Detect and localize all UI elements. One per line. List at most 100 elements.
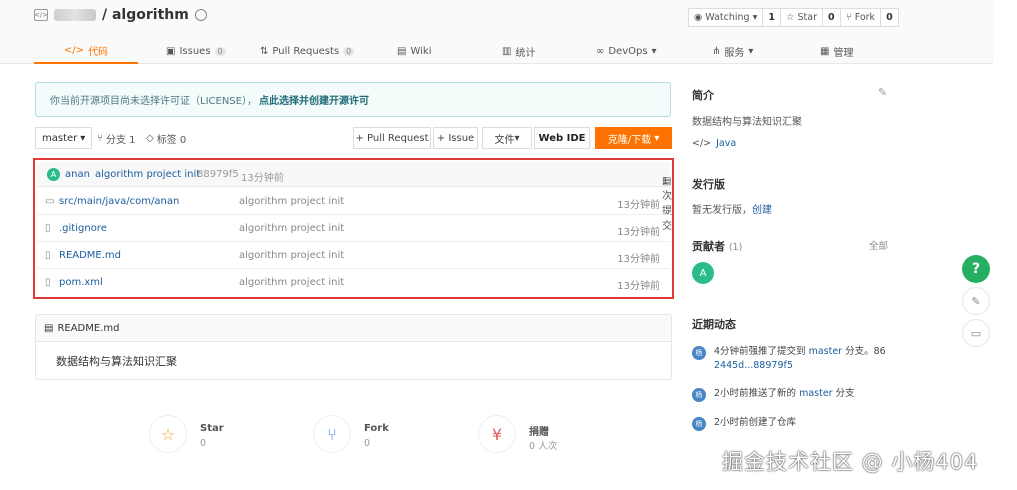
watch-count[interactable]: 1 [763, 8, 781, 27]
repo-name[interactable]: / algorithm [102, 7, 189, 23]
file-name[interactable]: .gitignore [59, 223, 107, 234]
file-commit-message[interactable]: algorithm project init [239, 196, 344, 207]
release-text: 暂无发行版， [692, 205, 752, 216]
fork-button[interactable]: ⑂ Fork [840, 8, 882, 27]
repo-tabs: </> 代码 ▣ Issues 0 ⇅ Pull Requests 0 ▤ Wi… [34, 38, 964, 64]
readme-content: 数据结构与算法知识汇聚 [56, 355, 177, 368]
activity-item: 杨 2小时前创建了仓库 [692, 416, 796, 431]
new-pull-request-button[interactable]: + Pull Request [353, 127, 431, 149]
file-commit-message[interactable]: algorithm project init [239, 223, 344, 234]
new-issue-button[interactable]: + Issue [433, 127, 478, 149]
file-time: 13分钟前 [617, 281, 660, 292]
feedback-edit-icon[interactable]: ✎ [962, 287, 990, 315]
tab-count: 0 [343, 46, 355, 56]
activity-prefix: 4分钟前强推了提交到 [714, 346, 809, 357]
tab-count: 0 [214, 46, 226, 56]
contributor-avatar[interactable]: A [692, 262, 714, 284]
activity-text: 2小时前推送了新的 master 分支 [714, 387, 855, 402]
tab-devops[interactable]: ∞ DevOps ▾ [596, 38, 657, 64]
commit-author[interactable]: anan [65, 169, 90, 180]
license-create-link[interactable]: 点此选择并创建开源许可 [259, 92, 369, 107]
owner-name-blurred[interactable] [54, 9, 96, 21]
edit-icon[interactable]: ✎ [878, 86, 887, 99]
tab-stats[interactable]: ▥ 统计 [502, 38, 535, 64]
tab-issues[interactable]: ▣ Issues 0 [166, 38, 226, 64]
file-commit-message[interactable]: algorithm project init [239, 250, 344, 261]
commit-message[interactable]: algorithm project init [95, 169, 200, 180]
watch-button[interactable]: ◉ Watching ▾ [688, 8, 764, 27]
activity-prefix: 2小时前创建了仓库 [714, 417, 797, 428]
activity-item: 杨 4分钟前强推了提交到 master 分支。86 2445d...88979f… [692, 345, 886, 373]
language-tag[interactable]: </> Java [692, 138, 736, 149]
watch-label: Watching [705, 12, 750, 23]
tab-label: Wiki [410, 45, 432, 57]
activity-avatar[interactable]: 杨 [692, 388, 706, 402]
stat-value: 0 [200, 438, 207, 449]
intro-title: 简介 [692, 89, 714, 102]
license-notice-text: 你当前开源项目尚未选择许可证（LICENSE）， [50, 96, 257, 107]
stat-title: Star [200, 423, 224, 434]
tags-link[interactable]: ◇ 标签 0 [146, 127, 186, 149]
author-avatar[interactable]: A [47, 168, 60, 181]
tab-manage[interactable]: ▦ 管理 [820, 38, 853, 64]
tab-pull-requests[interactable]: ⇅ Pull Requests 0 [260, 38, 355, 64]
fork-count[interactable]: 0 [881, 8, 899, 27]
file-commit-message[interactable]: algorithm project init [239, 277, 344, 288]
activity-text: 4分钟前强推了提交到 master 分支。86 2445d...88979f5 [714, 345, 886, 373]
stat-title: Fork [364, 423, 389, 434]
file-row[interactable]: ▯ pom.xml algorithm project init 13分钟前 [37, 269, 670, 296]
release-title: 发行版 [692, 178, 725, 191]
activity-item: 杨 2小时前推送了新的 master 分支 [692, 387, 855, 402]
latest-commit: A anan algorithm project init 88979f5 13… [37, 162, 672, 232]
activity-branch-link[interactable]: master [799, 388, 833, 399]
contributors-all-link[interactable]: 全部 [869, 238, 888, 252]
files-dropdown[interactable]: 文件 ▾ [482, 127, 532, 149]
repo-toolbar: master ▾ ⑂ 分支 1 ◇ 标签 0 + Pull Request + … [35, 127, 672, 149]
repo-badge-icon [194, 9, 207, 21]
contributors-label: 贡献者 [692, 240, 725, 253]
activity-title: 近期动态 [692, 318, 736, 331]
activity-suffix: 分支 [832, 388, 855, 399]
tab-wiki[interactable]: ▤ Wiki [397, 38, 431, 64]
file-time: 13分钟前 [617, 227, 660, 238]
tab-code[interactable]: </> 代码 [34, 38, 138, 64]
watermark: 掘金技术社区 @ 小杨404 [722, 450, 979, 474]
activity-avatar[interactable]: 杨 [692, 417, 706, 431]
web-ide-button[interactable]: Web IDE [534, 127, 590, 149]
tab-services[interactable]: ⋔ 服务 ▾ [712, 38, 753, 64]
file-row[interactable]: ▯ .gitignore algorithm project init 13分钟… [37, 215, 670, 242]
star-stat[interactable]: ☆ Star 0 [149, 415, 279, 455]
readme-title: README.md [57, 322, 120, 334]
branches-link[interactable]: ⑂ 分支 1 [97, 127, 136, 149]
activity-branch-link[interactable]: master [809, 346, 843, 357]
activity-text: 2小时前创建了仓库 [714, 416, 796, 431]
repo-title: </> / algorithm [34, 7, 207, 23]
donate-icon: ¥ [478, 415, 516, 453]
branches-count: 分支 1 [106, 134, 136, 146]
star-button[interactable]: ☆ Star [780, 8, 824, 27]
commit-hash[interactable]: 88979f5 [197, 169, 239, 180]
create-release-link[interactable]: 创建 [752, 205, 772, 216]
activity-commit-range-link[interactable]: 2445d...88979f5 [714, 360, 793, 371]
tab-label: Pull Requests [272, 45, 340, 57]
file-row[interactable]: ▭ src/main/java/com/anan algorithm proje… [37, 188, 670, 215]
contributors-count: (1) [728, 242, 743, 253]
readme-panel: ▤ README.md 数据结构与算法知识汇聚 [35, 314, 672, 380]
comment-icon[interactable]: ▭ [962, 319, 990, 347]
fork-icon: ⑂ [313, 415, 351, 453]
help-button[interactable]: ? [962, 255, 990, 283]
branch-select[interactable]: master ▾ [35, 127, 93, 149]
readme-header: ▤ README.md [36, 315, 671, 342]
clone-download-button[interactable]: 克隆/下载 ▾ [595, 127, 672, 149]
clone-label: 克隆/下载 [607, 134, 652, 146]
file-name[interactable]: src/main/java/com/anan [59, 196, 179, 207]
file-row[interactable]: ▯ README.md algorithm project init 13分钟前 [37, 242, 670, 269]
donate-stat[interactable]: ¥ 捐赠 0 人次 [478, 415, 608, 455]
file-name[interactable]: pom.xml [59, 277, 103, 288]
chart-icon: ▥ [502, 45, 512, 57]
fork-group: ⑂ Fork 0 [840, 8, 899, 27]
activity-avatar[interactable]: 杨 [692, 346, 706, 360]
star-count[interactable]: 0 [823, 8, 841, 27]
file-name[interactable]: README.md [59, 250, 121, 261]
fork-stat[interactable]: ⑂ Fork 0 [313, 415, 443, 455]
